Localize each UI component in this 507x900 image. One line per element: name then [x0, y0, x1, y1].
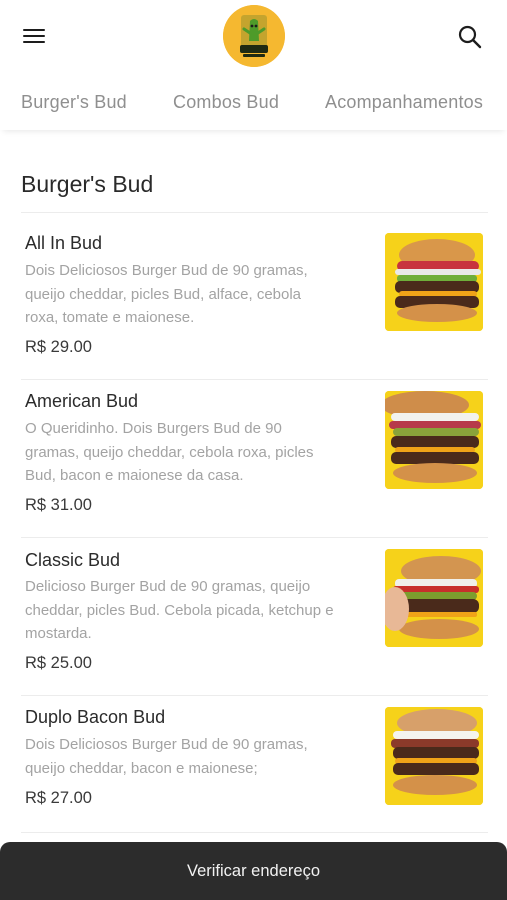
- menu-item-duplo-bacon-bud[interactable]: Duplo Bacon Bud Dois Deliciosos Burger B…: [0, 696, 507, 832]
- tab-burgers-bud[interactable]: Burger's Bud: [21, 92, 127, 113]
- item-description-line: gramas, queijo cheddar, cebola roxa, pic…: [25, 443, 314, 461]
- item-description: Delicioso Burger Bud de 90 gramas, queij…: [25, 575, 380, 646]
- item-description-line: queijo cheddar, picles Bud, alface, cebo…: [25, 285, 302, 303]
- item-name: American Bud: [25, 391, 139, 411]
- item-name: All In Bud: [25, 233, 103, 253]
- item-description: O Queridinho. Dois Burgers Bud de 90 gra…: [25, 417, 370, 488]
- tab-acompanhamentos[interactable]: Acompanhamentos: [325, 92, 483, 113]
- item-description-line: Delicioso Burger Bud de 90 gramas, queij…: [25, 578, 311, 595]
- menu-item-american-bud[interactable]: American Bud O Queridinho. Dois Burgers …: [0, 380, 507, 538]
- burger-photo: [385, 549, 483, 647]
- app-header: [0, 0, 507, 72]
- section-title: Burger's Bud: [21, 171, 154, 197]
- burger-photo: [385, 233, 483, 331]
- item-divider: [21, 832, 488, 833]
- item-description: Dois Deliciosos Burger Bud de 90 gramas,…: [25, 733, 370, 780]
- item-price: R$ 27.00: [25, 789, 92, 807]
- item-description-line: queijo cheddar, bacon e maionese;: [25, 759, 258, 777]
- item-price: R$ 29.00: [25, 338, 92, 356]
- burger-photo: [385, 707, 483, 805]
- item-description: Dois Deliciosos Burger Bud de 90 gramas,…: [25, 259, 370, 330]
- menu-item-classic-bud[interactable]: Classic Bud Delicioso Burger Bud de 90 g…: [0, 538, 507, 696]
- item-description-line: mostarda.: [25, 625, 92, 642]
- item-description-line: Dois Deliciosos Burger Bud de 90 gramas,: [25, 262, 308, 279]
- item-name: Duplo Bacon Bud: [25, 707, 166, 727]
- bud-burgers-logo[interactable]: [223, 5, 285, 67]
- item-description-line: Dois Deliciosos Burger Bud de 90 gramas,: [25, 736, 308, 753]
- tab-combos-bud[interactable]: Combos Bud: [173, 92, 279, 113]
- hamburger-menu-icon[interactable]: [22, 26, 48, 46]
- item-description-line: roxa, tomate e maionese.: [25, 309, 195, 326]
- item-price: R$ 31.00: [25, 496, 92, 514]
- item-description-line: Bud, bacon e maionese da casa.: [25, 467, 244, 484]
- item-name: Classic Bud: [25, 550, 121, 570]
- verify-address-button[interactable]: Verificar endereço: [0, 842, 507, 900]
- category-tabs: Burger's Bud Combos Bud Acompanhamentos: [0, 72, 507, 130]
- item-price: R$ 25.00: [25, 654, 92, 672]
- search-icon[interactable]: [457, 24, 483, 50]
- item-description-line: cheddar, picles Bud. Cebola picada, ketc…: [25, 601, 334, 619]
- item-description-line: O Queridinho. Dois Burgers Bud de 90: [25, 420, 282, 437]
- burger-photo: [385, 391, 483, 489]
- menu-item-all-in-bud[interactable]: All In Bud Dois Deliciosos Burger Bud de…: [0, 213, 507, 379]
